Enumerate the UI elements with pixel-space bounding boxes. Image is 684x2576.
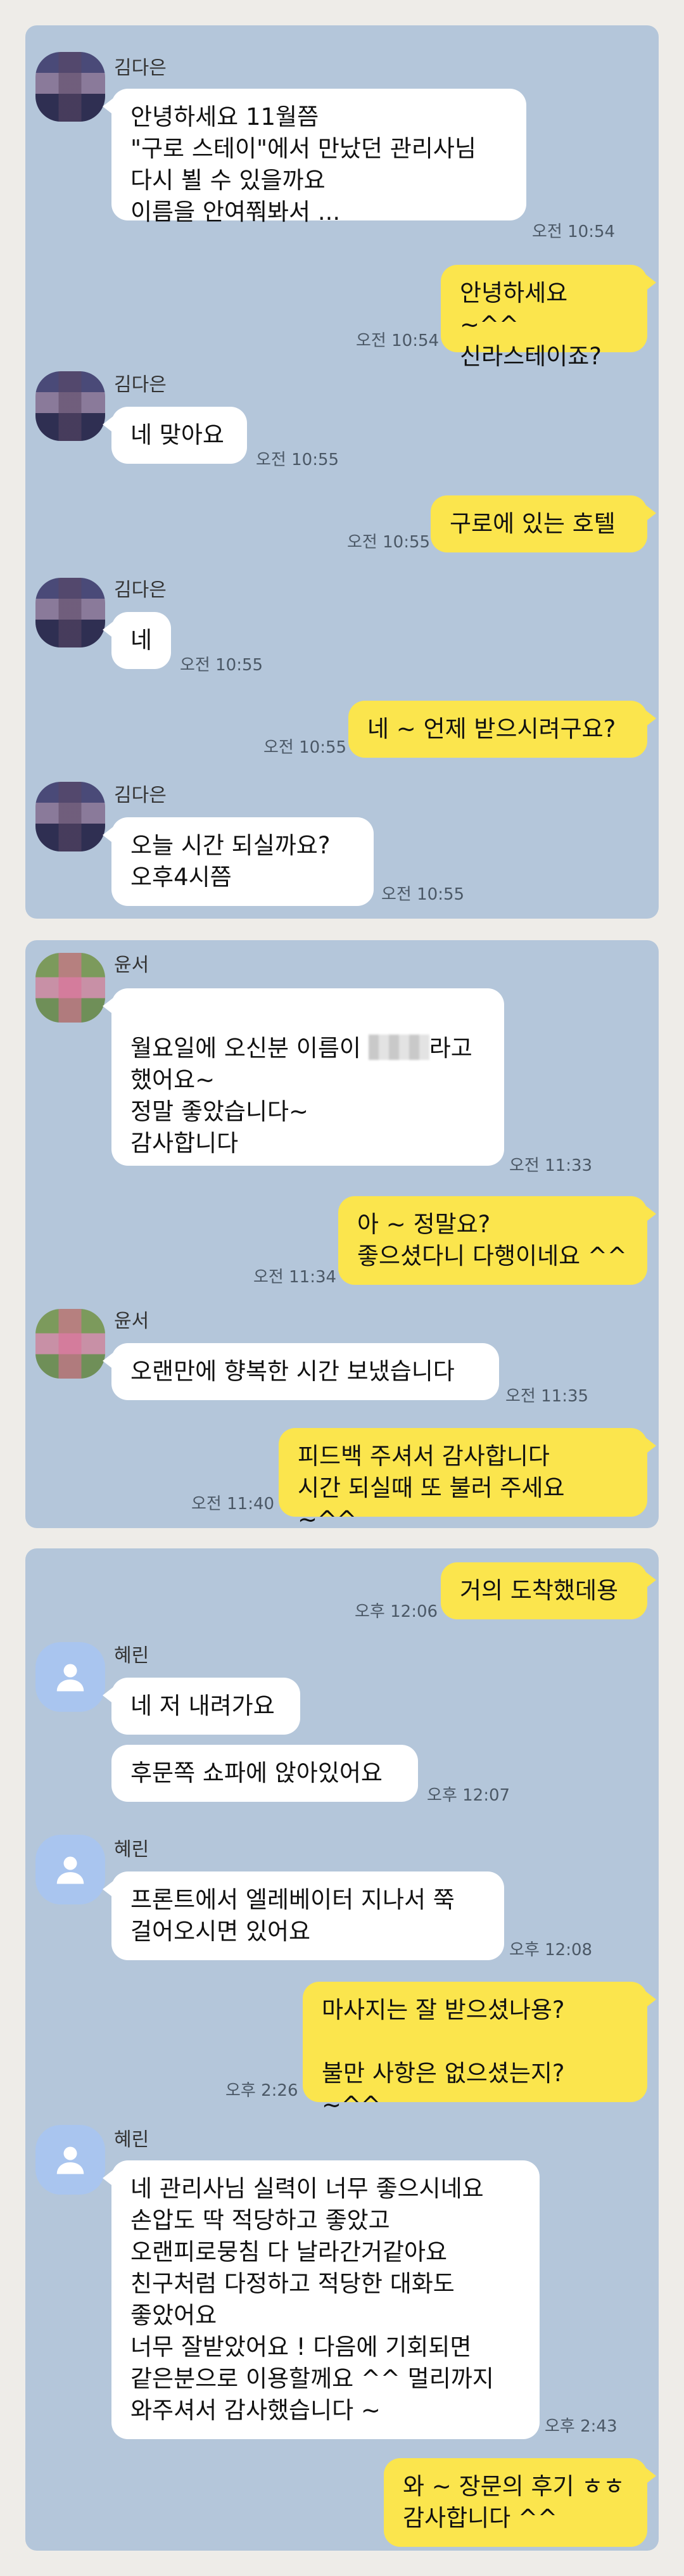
message-time: 오전 10:55 xyxy=(180,656,263,675)
message-bubble-outgoing[interactable]: 구로에 있는 호텔 xyxy=(431,495,656,552)
message-bubble-outgoing[interactable]: 마사지는 잘 받으셨나용? 불만 사항은 없으셨는지? ~^^ xyxy=(303,1982,656,2119)
message-time: 오전 11:33 xyxy=(509,1156,593,1175)
message-bubble-incoming[interactable]: 네 저 내려가요 xyxy=(103,1678,300,1735)
sender-name: 혜린 xyxy=(114,1839,149,1861)
message-time: 오후 2:26 xyxy=(225,2081,298,2100)
message-time: 오후 12:07 xyxy=(427,1786,510,1805)
message-bubble-incoming[interactable]: 월요일에 오신분 이름이 라고 했어요~ 정말 좋았습니다~ 감사합니다 xyxy=(103,988,504,1166)
user-icon xyxy=(56,1664,84,1692)
avatar-pixelated[interactable] xyxy=(35,52,105,122)
message-time: 오전 11:40 xyxy=(191,1495,275,1514)
sender-name: 혜린 xyxy=(114,1645,149,1667)
message-bubble-incoming[interactable]: 오늘 시간 되실까요? 오후4시쯤 xyxy=(103,817,374,906)
avatar-pixelated[interactable] xyxy=(35,578,105,647)
message-bubble-outgoing[interactable]: 와 ~ 장문의 후기 ㅎㅎ 감사합니다 ^^ xyxy=(384,2458,656,2547)
avatar-default[interactable] xyxy=(35,2125,105,2195)
message-time: 오전 11:34 xyxy=(253,1268,337,1287)
message-time: 오후 12:06 xyxy=(355,1602,438,1621)
message-bubble-incoming[interactable]: 안녕하세요 11월쯤 "구로 스테이"에서 만났던 관리사님 다시 뵐 수 있을… xyxy=(103,89,526,226)
message-bubble-incoming[interactable]: 프론트에서 엘레베이터 지나서 쭉 걸어오시면 있어요 xyxy=(103,1871,504,1960)
message-time: 오전 10:55 xyxy=(263,738,347,757)
message-bubble-outgoing[interactable]: 네 ~ 언제 받으시려구요? xyxy=(348,701,656,758)
avatar-pixelated[interactable] xyxy=(35,953,105,1023)
sender-name: 김다은 xyxy=(114,57,167,79)
message-time: 오전 10:54 xyxy=(532,222,616,241)
avatar-pixelated[interactable] xyxy=(35,782,105,851)
message-time: 오후 12:08 xyxy=(509,1941,593,1960)
sender-name: 김다은 xyxy=(114,579,167,601)
message-bubble-outgoing[interactable]: 아 ~ 정말요? 좋으셨다니 다행이네요 ^^ xyxy=(338,1196,656,1285)
message-time: 오후 2:43 xyxy=(545,2417,618,2436)
message-text: 월요일에 오신분 이름이 xyxy=(130,1035,369,1062)
message-time: 오전 10:55 xyxy=(256,450,339,469)
sender-name: 혜린 xyxy=(114,2129,149,2151)
user-icon xyxy=(56,2146,84,2174)
blurred-name xyxy=(368,1035,429,1060)
message-bubble-incoming[interactable]: 네 xyxy=(103,612,171,669)
chat-panel-2: 윤서 월요일에 오신분 이름이 라고 했어요~ 정말 좋았습니다~ 감사합니다 … xyxy=(25,940,659,1528)
avatar-default[interactable] xyxy=(35,1642,105,1712)
message-bubble-incoming[interactable]: 오랜만에 향복한 시간 보냈습니다 xyxy=(103,1343,499,1400)
message-time: 오전 10:54 xyxy=(356,331,440,350)
user-icon xyxy=(56,1856,84,1884)
avatar-pixelated[interactable] xyxy=(35,1309,105,1379)
avatar-pixelated[interactable] xyxy=(35,371,105,441)
message-time: 오전 10:55 xyxy=(347,533,431,552)
sender-name: 김다은 xyxy=(114,784,167,807)
message-bubble-outgoing[interactable]: 피드백 주셔서 감사합니다 시간 되실때 또 불러 주세요 ~^^ xyxy=(279,1428,656,1528)
message-bubble-outgoing[interactable]: 거의 도착했데용 xyxy=(441,1562,656,1619)
message-bubble-incoming[interactable]: 후문쪽 쇼파에 앉아있어요 xyxy=(111,1745,418,1802)
chat-panel-1: 김다은 안녕하세요 11월쯤 "구로 스테이"에서 만났던 관리사님 다시 뵐 … xyxy=(25,25,659,919)
message-time: 오전 10:55 xyxy=(381,885,465,904)
sender-name: 윤서 xyxy=(114,1310,149,1332)
chat-panel-3: 거의 도착했데용 오후 12:06 혜린 네 저 내려가요 후문쪽 쇼파에 앉아… xyxy=(25,1548,659,2551)
avatar-default[interactable] xyxy=(35,1835,105,1904)
sender-name: 김다은 xyxy=(114,374,167,396)
message-time: 오전 11:35 xyxy=(505,1387,589,1406)
sender-name: 윤서 xyxy=(114,954,149,976)
message-bubble-outgoing[interactable]: 안녕하세요 ~^^ 신라스테이죠? xyxy=(441,265,656,370)
message-bubble-incoming[interactable]: 네 관리사님 실력이 너무 좋으시네요 손압도 딱 적당하고 좋았고 오랜피로뭉… xyxy=(103,2160,540,2439)
message-bubble-incoming[interactable]: 네 맞아요 xyxy=(103,407,247,464)
